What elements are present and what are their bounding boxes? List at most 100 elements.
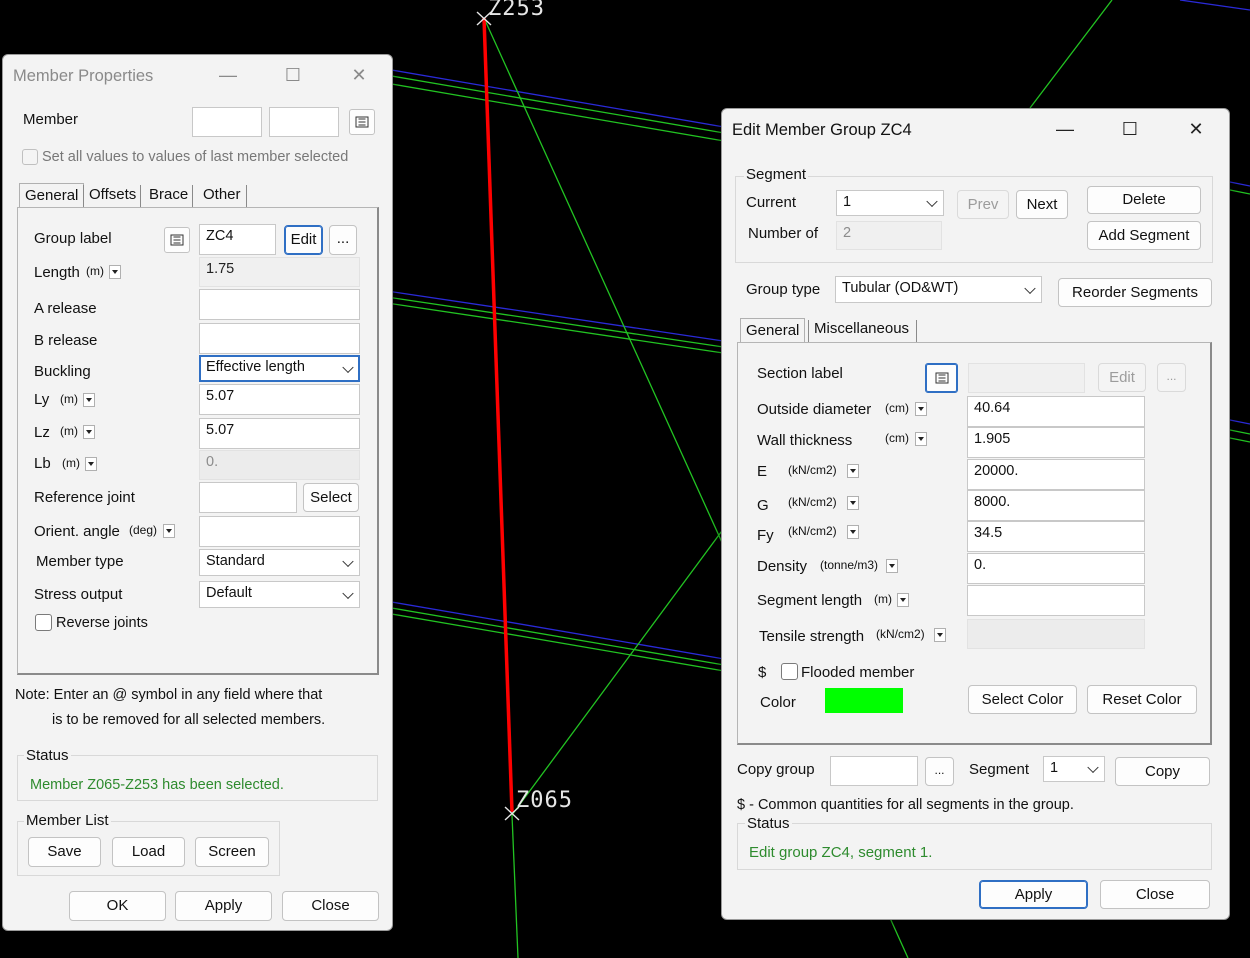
section-list-button[interactable] [925, 363, 958, 393]
wall-thickness-input[interactable]: 1.905 [967, 427, 1145, 458]
tensile-strength-unit-dropdown[interactable] [934, 628, 946, 642]
copy-group-more-button[interactable]: ... [925, 757, 954, 786]
ly-unit-dropdown[interactable] [83, 393, 95, 407]
segment-length-unit-dropdown[interactable] [897, 593, 909, 607]
section-edit-button[interactable]: Edit [1098, 363, 1146, 392]
title-bar[interactable]: Edit Member Group ZC4 — ☐ ✕ [722, 109, 1229, 151]
selected-member-line[interactable] [482, 17, 514, 813]
current-label: Current [746, 194, 797, 211]
close-icon[interactable]: ✕ [1176, 115, 1216, 143]
close-button[interactable]: Close [282, 891, 379, 921]
orient-angle-input[interactable] [199, 516, 360, 547]
group-more-button[interactable]: ... [329, 225, 357, 255]
wall-thickness-unit-dropdown[interactable] [915, 432, 927, 446]
fy-unit-dropdown[interactable] [847, 525, 859, 539]
tab-miscellaneous[interactable]: Miscellaneous [809, 317, 914, 341]
e-label: E [757, 463, 768, 480]
close-button[interactable]: Close [1100, 880, 1210, 909]
apply-button[interactable]: Apply [175, 891, 272, 921]
maximize-icon[interactable]: ☐ [1110, 115, 1150, 143]
minimize-icon[interactable]: — [1045, 115, 1085, 143]
g-unit-dropdown[interactable] [847, 496, 859, 510]
close-icon[interactable]: ✕ [339, 61, 379, 89]
stress-output-label: Stress output [34, 586, 123, 603]
number-of-label: Number of [748, 225, 819, 242]
next-button[interactable]: Next [1016, 190, 1068, 219]
minimize-icon[interactable]: — [208, 61, 248, 89]
reference-joint-input[interactable] [199, 482, 297, 513]
g-input[interactable]: 8000. [967, 490, 1145, 521]
fy-input[interactable]: 34.5 [967, 521, 1145, 552]
current-segment-select[interactable]: 1 [836, 190, 944, 216]
flooded-member-checkbox[interactable] [781, 663, 798, 680]
lz-unit-dropdown[interactable] [83, 425, 95, 439]
outside-diameter-unit-dropdown[interactable] [915, 402, 927, 416]
member-type-select[interactable]: Standard [199, 549, 360, 576]
tab-general[interactable]: General [19, 183, 85, 207]
reset-color-button[interactable]: Reset Color [1087, 685, 1197, 714]
save-list-button[interactable]: Save [28, 837, 101, 867]
chevron-down-icon [926, 195, 938, 208]
copy-button[interactable]: Copy [1115, 757, 1210, 786]
select-color-button[interactable]: Select Color [968, 685, 1077, 714]
apply-button[interactable]: Apply [979, 880, 1088, 909]
outside-diameter-unit: (cm) [885, 401, 909, 415]
tab-brace[interactable]: Brace [144, 183, 193, 207]
group-label-input[interactable]: ZC4 [199, 224, 276, 255]
load-list-button[interactable]: Load [112, 837, 185, 867]
fy-label: Fy [757, 527, 774, 544]
copy-segment-select[interactable]: 1 [1043, 756, 1105, 782]
group-type-value: Tubular (OD&WT) [842, 280, 959, 296]
member-field-2[interactable] [269, 107, 339, 137]
section-more-button[interactable]: ... [1157, 363, 1186, 392]
buckling-select[interactable]: Effective length [199, 355, 360, 382]
tab-general[interactable]: General [740, 318, 806, 343]
a-release-input[interactable] [199, 289, 360, 320]
copy-group-input[interactable] [830, 756, 918, 786]
section-label-label: Section label [757, 365, 843, 382]
lz-input[interactable]: 5.07 [199, 418, 360, 449]
wire-green-diagonal [889, 917, 909, 958]
status-group-label: Status [24, 747, 71, 764]
stress-output-select[interactable]: Default [199, 581, 360, 608]
delete-segment-button[interactable]: Delete [1087, 186, 1201, 214]
select-joint-button[interactable]: Select [303, 483, 359, 512]
set-all-checkbox[interactable] [22, 149, 38, 165]
list-icon [355, 116, 369, 128]
group-list-button[interactable] [164, 227, 190, 253]
add-segment-button[interactable]: Add Segment [1087, 221, 1201, 250]
ok-button[interactable]: OK [69, 891, 166, 921]
b-release-input[interactable] [199, 323, 360, 354]
lb-unit-dropdown[interactable] [85, 457, 97, 471]
wire-blue-line [1179, 0, 1250, 11]
group-edit-button[interactable]: Edit [284, 225, 323, 255]
reorder-segments-button[interactable]: Reorder Segments [1058, 278, 1212, 307]
title-bar[interactable]: Member Properties — ☐ ✕ [3, 55, 392, 97]
group-type-select[interactable]: Tubular (OD&WT) [835, 276, 1042, 303]
maximize-icon[interactable]: ☐ [273, 61, 313, 89]
length-unit-dropdown[interactable] [109, 265, 121, 279]
member-list-button[interactable] [349, 109, 375, 135]
member-field-1[interactable] [192, 107, 262, 137]
wire-blue-line [379, 67, 731, 129]
orient-angle-unit-dropdown[interactable] [163, 524, 175, 538]
segment-length-input[interactable] [967, 585, 1145, 616]
tab-offsets[interactable]: Offsets [84, 183, 141, 207]
edit-member-group-window: Edit Member Group ZC4 — ☐ ✕ Segment Curr… [721, 108, 1230, 920]
wire-green-diagonal [483, 17, 731, 561]
density-unit: (tonne/m3) [820, 558, 879, 572]
density-input[interactable]: 0. [967, 553, 1145, 584]
number-of-field: 2 [836, 221, 942, 250]
e-unit-dropdown[interactable] [847, 464, 859, 478]
e-input[interactable]: 20000. [967, 459, 1145, 490]
ly-input[interactable]: 5.07 [199, 384, 360, 415]
length-field: 1.75 [199, 257, 360, 287]
prev-button[interactable]: Prev [957, 190, 1009, 219]
reverse-joints-checkbox[interactable] [35, 614, 52, 631]
outside-diameter-input[interactable]: 40.64 [967, 396, 1145, 427]
chevron-down-icon [342, 361, 354, 373]
density-unit-dropdown[interactable] [886, 559, 898, 573]
tab-other[interactable]: Other [198, 183, 246, 207]
tensile-strength-field [967, 619, 1145, 649]
screen-list-button[interactable]: Screen [195, 837, 269, 867]
